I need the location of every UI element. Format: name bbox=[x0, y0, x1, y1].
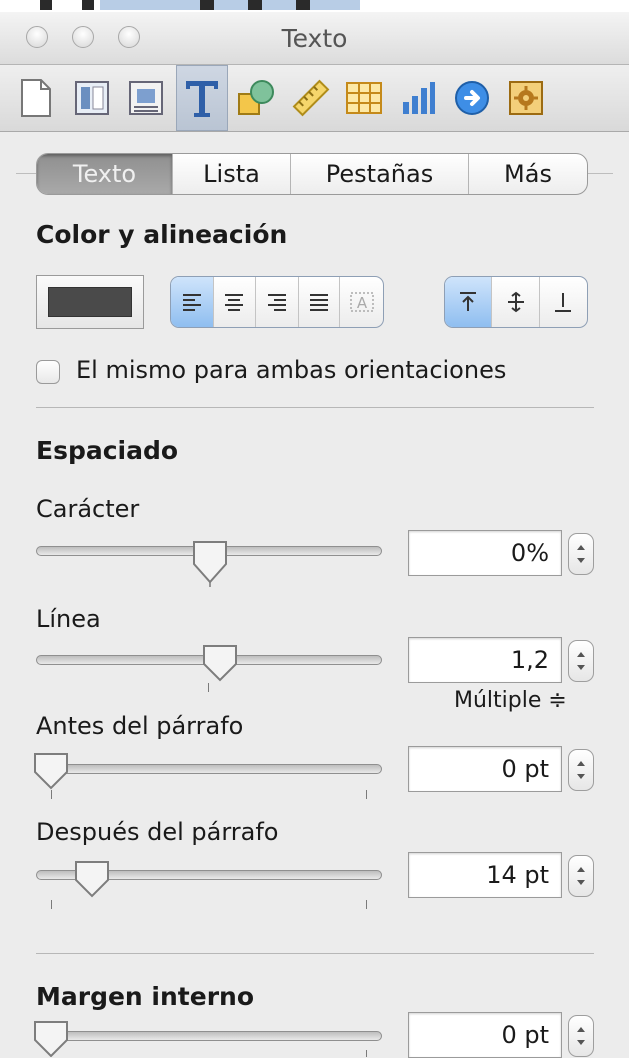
document-icon bbox=[21, 79, 51, 117]
link-inspector-button[interactable] bbox=[446, 65, 498, 131]
tab-texto[interactable]: Texto bbox=[37, 154, 173, 194]
after-paragraph-stepper[interactable] bbox=[568, 855, 594, 897]
before-paragraph-tick-end bbox=[366, 790, 367, 799]
graphic-icon bbox=[238, 80, 274, 115]
link-icon bbox=[455, 81, 489, 115]
align-left-button[interactable] bbox=[171, 277, 214, 327]
quicktime-inspector-button[interactable] bbox=[500, 65, 552, 131]
quicktime-icon bbox=[509, 81, 543, 115]
character-value-field[interactable]: 0% bbox=[408, 530, 562, 576]
before-paragraph-label: Antes del párrafo bbox=[36, 712, 244, 740]
character-slider-knob[interactable] bbox=[192, 540, 228, 588]
inset-tick-end bbox=[366, 1050, 367, 1057]
before-paragraph-value-field[interactable]: 0 pt bbox=[408, 746, 562, 792]
chart-inspector-button[interactable] bbox=[392, 65, 444, 131]
svg-text:A: A bbox=[357, 294, 368, 312]
inset-slider-knob[interactable] bbox=[33, 1020, 69, 1057]
align-center-button[interactable] bbox=[214, 277, 257, 327]
align-center-icon bbox=[225, 294, 244, 311]
after-paragraph-tick-start bbox=[51, 900, 52, 909]
text-inspector-button[interactable] bbox=[176, 65, 228, 131]
wrap-icon bbox=[129, 81, 163, 115]
align-right-icon bbox=[267, 294, 286, 311]
table-inspector-button[interactable] bbox=[338, 65, 390, 131]
tab-pestanas[interactable]: Pestañas bbox=[291, 154, 469, 194]
character-label: Carácter bbox=[36, 495, 140, 523]
ruler-icon bbox=[292, 79, 330, 117]
table-icon bbox=[346, 82, 382, 114]
title-bar: Texto bbox=[0, 12, 629, 65]
text-color-swatch bbox=[48, 287, 132, 317]
after-paragraph-slider-knob[interactable] bbox=[74, 860, 110, 902]
align-right-button[interactable] bbox=[256, 277, 299, 327]
background-window-strip bbox=[0, 0, 629, 12]
graphic-inspector-button[interactable] bbox=[230, 65, 282, 131]
align-auto-button[interactable]: A bbox=[340, 277, 383, 327]
align-top-icon bbox=[460, 292, 477, 311]
align-justify-icon bbox=[310, 294, 329, 311]
align-middle-icon bbox=[507, 291, 524, 313]
vertical-alignment-control bbox=[444, 276, 588, 328]
line-slider-tick bbox=[208, 683, 209, 692]
align-justify-button[interactable] bbox=[299, 277, 341, 327]
line-stepper[interactable] bbox=[568, 640, 594, 682]
line-label: Línea bbox=[36, 605, 101, 633]
after-paragraph-tick-end bbox=[366, 900, 367, 909]
section-divider bbox=[36, 953, 594, 954]
line-slider-knob[interactable] bbox=[202, 644, 238, 686]
inspector-toolbar bbox=[0, 65, 629, 132]
after-paragraph-value-field[interactable]: 14 pt bbox=[408, 852, 562, 898]
before-paragraph-tick-start bbox=[51, 790, 52, 799]
after-paragraph-label: Después del párrafo bbox=[36, 818, 279, 846]
tab-lista[interactable]: Lista bbox=[173, 154, 291, 194]
align-top-button[interactable] bbox=[445, 277, 493, 327]
tab-mas[interactable]: Más bbox=[469, 154, 587, 194]
window-title: Texto bbox=[281, 24, 348, 53]
text-icon bbox=[186, 81, 218, 117]
before-paragraph-stepper[interactable] bbox=[568, 749, 594, 791]
section-divider bbox=[36, 407, 594, 408]
document-inspector-button[interactable] bbox=[10, 65, 62, 131]
inset-slider-track[interactable] bbox=[36, 1031, 382, 1041]
line-mode-popup[interactable]: Múltiple ≑ bbox=[454, 688, 567, 713]
inset-stepper[interactable] bbox=[568, 1015, 594, 1057]
spacing-heading: Espaciado bbox=[36, 436, 179, 465]
before-paragraph-slider-knob[interactable] bbox=[33, 752, 69, 794]
metrics-inspector-button[interactable] bbox=[285, 65, 337, 131]
character-stepper[interactable] bbox=[568, 533, 594, 575]
color-alignment-heading: Color y alineación bbox=[36, 220, 288, 249]
inspector-tabs: Texto Lista Pestañas Más bbox=[36, 153, 588, 195]
before-paragraph-slider-track[interactable] bbox=[36, 764, 382, 774]
horizontal-alignment-control: A bbox=[170, 276, 384, 328]
line-value-field[interactable]: 1,2 bbox=[408, 637, 562, 683]
align-bottom-icon bbox=[555, 293, 572, 312]
layout-icon bbox=[75, 81, 109, 115]
align-left-icon bbox=[182, 294, 201, 311]
align-bottom-button[interactable] bbox=[540, 277, 587, 327]
chart-icon bbox=[403, 82, 435, 114]
inset-heading: Margen interno bbox=[36, 982, 255, 1011]
same-orientation-label: El mismo para ambas orientaciones bbox=[76, 356, 507, 384]
layout-inspector-button[interactable] bbox=[66, 65, 118, 131]
align-auto-icon: A bbox=[349, 292, 374, 312]
align-middle-button[interactable] bbox=[492, 277, 540, 327]
inset-value-field[interactable]: 0 pt bbox=[408, 1012, 562, 1058]
text-color-well[interactable] bbox=[36, 275, 144, 329]
wrap-inspector-button[interactable] bbox=[120, 65, 172, 131]
same-orientation-checkbox[interactable] bbox=[36, 360, 60, 384]
